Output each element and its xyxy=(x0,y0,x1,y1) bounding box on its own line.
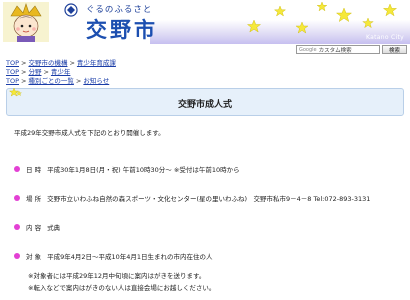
breadcrumb: TOP > 交野市の機構 > 青少年育成課 xyxy=(6,59,116,67)
intro-text: 平成29年交野市成人式を下記のとおり開催します。 xyxy=(14,129,165,137)
item-value: 交野市立いわふね自然の森スポーツ・文化センター(星の里いわふね) 交野市私市9－… xyxy=(47,195,371,203)
item-label: 対 象 xyxy=(26,253,42,261)
item-label: 場 所 xyxy=(26,195,42,203)
breadcrumb-link[interactable]: 青少年 xyxy=(51,68,71,76)
item-value: 平成9年4月2日～平成10年4月1日生まれの市内在住の人 xyxy=(47,253,213,261)
site-header: ぐるのふるさと 交野市 Katano City xyxy=(0,0,410,44)
info-item-content: 内 容 式典 xyxy=(14,222,60,232)
search-input[interactable]: Google カスタム検索 xyxy=(296,45,380,54)
breadcrumb: TOP > 分野 > 青少年 xyxy=(6,68,71,76)
page-title: 交野市成人式 xyxy=(177,100,232,110)
breadcrumb-link[interactable]: TOP xyxy=(6,68,19,76)
logo-title: 交野市 xyxy=(86,17,158,42)
star-icon xyxy=(362,17,374,29)
breadcrumb: TOP > 種別ごとの一覧 > お知らせ xyxy=(6,77,110,85)
item-value: 平成30年1月8日(月・祝) 午前10時30分～ ※受付は午前10時から xyxy=(47,166,240,174)
breadcrumb-link[interactable]: 分野 xyxy=(28,68,41,76)
note-text: ※対象者には平成29年12月中旬頃に案内はがきを送ります。 xyxy=(28,272,206,280)
info-item-target: 対 象 平成9年4月2日～平成10年4月1日生まれの市内在住の人 xyxy=(14,251,213,261)
breadcrumb-link[interactable]: 交野市の機構 xyxy=(28,59,67,67)
item-label: 日 時 xyxy=(26,166,42,174)
bullet-icon xyxy=(14,195,20,201)
star-icon xyxy=(382,3,398,17)
star-icon xyxy=(316,1,328,12)
breadcrumb-link[interactable]: お知らせ xyxy=(83,77,109,85)
bullet-icon xyxy=(14,166,20,172)
breadcrumb-link[interactable]: 青少年育成課 xyxy=(77,59,116,67)
page-title-box: 交野市成人式 xyxy=(6,87,404,116)
city-name-en: Katano City xyxy=(366,34,404,41)
bullet-icon xyxy=(14,224,20,230)
star-icon xyxy=(335,7,353,22)
breadcrumbs: TOP > 交野市の機構 > 青少年育成課 TOP > 分野 > 青少年 TOP > 種別ごとの一覧… xyxy=(6,59,116,86)
star-icon xyxy=(295,21,309,34)
breadcrumb-link[interactable]: 種別ごとの一覧 xyxy=(28,77,73,85)
search-button[interactable]: 検索 xyxy=(382,45,407,54)
star-icon xyxy=(246,19,262,33)
info-item-venue: 場 所 交野市立いわふね自然の森スポーツ・文化センター(星の里いわふね) 交野市… xyxy=(14,193,370,203)
bullet-icon xyxy=(14,253,20,259)
breadcrumb-link[interactable]: TOP xyxy=(6,77,19,85)
star-icon xyxy=(273,5,287,17)
item-value: 式典 xyxy=(47,224,61,232)
search-placeholder: カスタム検索 xyxy=(318,47,352,54)
info-item-datetime: 日 時 平成30年1月8日(月・祝) 午前10時30分～ ※受付は午前10時から xyxy=(14,164,240,174)
google-icon: Google xyxy=(299,46,317,53)
item-label: 内 容 xyxy=(26,224,42,232)
breadcrumb-link[interactable]: TOP xyxy=(6,59,19,67)
site-logo[interactable]: ぐるのふるさと 交野市 xyxy=(54,3,164,42)
logo-mark-icon xyxy=(64,3,78,17)
note-text: ※転入などで案内はがきのない人は直接会場にお越しください。 xyxy=(28,284,216,292)
mascot-icon xyxy=(3,2,49,42)
